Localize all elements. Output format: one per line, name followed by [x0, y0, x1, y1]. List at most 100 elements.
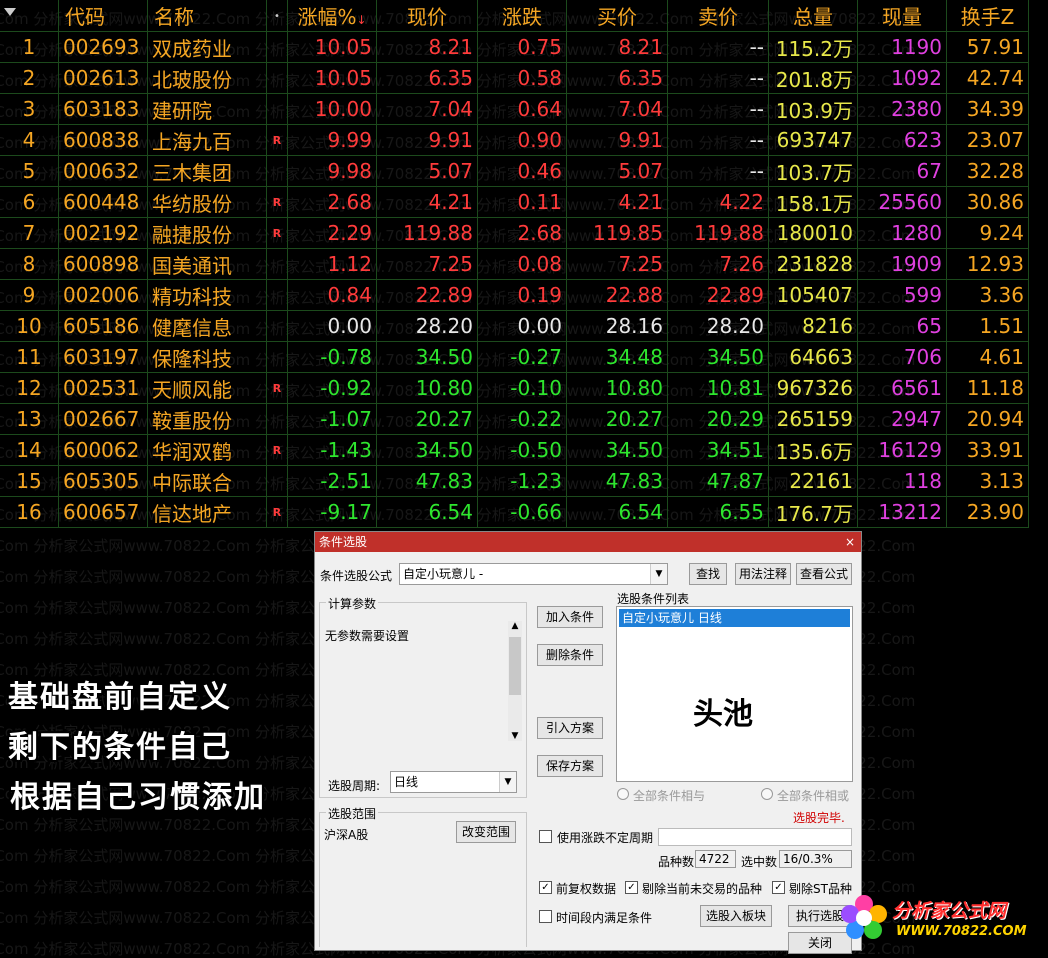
row-number: 2 [0, 62, 59, 94]
table-row[interactable]: 5 000632 三木集团 9.98 5.07 0.46 5.07 -- 103.7万 67 32.… [0, 155, 1029, 187]
row-number: 4 [0, 124, 59, 156]
header-current-volume[interactable]: 现量 [857, 0, 947, 32]
bid-cell: 5.07 [566, 155, 668, 187]
change-cell: 0.64 [477, 93, 567, 125]
price-cell: 20.27 [376, 403, 478, 435]
turnover-cell: 11.18 [946, 372, 1029, 404]
ask-cell: -- [667, 155, 769, 187]
table-row[interactable]: 2 002613 北玻股份 10.05 6.35 0.58 6.35 -- 201.8万 1092… [0, 62, 1029, 94]
margin-flag [266, 62, 288, 94]
stock-code: 002192 [58, 217, 148, 249]
change-pct-cell: 10.05 [287, 31, 377, 63]
table-row[interactable]: 4 600838 上海九百 R 9.99 9.91 0.90 9.91 -- 693747 623 2… [0, 124, 1029, 156]
add-condition-button[interactable]: 加入条件 [537, 606, 603, 628]
condition-list-item[interactable]: 自定小玩意儿 日线 [619, 609, 850, 627]
time-range-checkbox[interactable] [539, 910, 552, 923]
radio-and[interactable] [617, 788, 629, 800]
condition-list[interactable]: 自定小玩意儿 日线 头池 [616, 606, 853, 782]
bid-cell: 20.27 [566, 403, 668, 435]
chevron-down-icon[interactable]: ▼ [499, 772, 516, 792]
use-period-checkbox[interactable] [539, 830, 552, 843]
current-volume-cell: 65 [857, 310, 947, 342]
chevron-down-icon[interactable]: ▼ [650, 564, 667, 584]
stock-code: 600448 [58, 186, 148, 218]
bid-cell: 22.88 [566, 279, 668, 311]
dialog-title-bar[interactable]: 条件选股 × [315, 532, 861, 552]
exclude-untraded-checkbox[interactable]: ✓ [625, 881, 638, 894]
bid-cell: 47.83 [566, 465, 668, 497]
table-row[interactable]: 12 002531 天顺风能 R -0.92 10.80 -0.10 10.80 10.81 96… [0, 372, 1029, 404]
stock-code: 603183 [58, 93, 148, 125]
adjust-checkbox[interactable]: ✓ [539, 881, 552, 894]
table-row[interactable]: 3 603183 建研院 10.00 7.04 0.64 7.04 -- 103.9万 2380 3… [0, 93, 1029, 125]
turnover-cell: 3.36 [946, 279, 1029, 311]
formula-label: 条件选股公式 [320, 569, 393, 583]
price-cell: 119.88 [376, 217, 478, 249]
turnover-cell: 42.74 [946, 62, 1029, 94]
stock-code: 605186 [58, 310, 148, 342]
params-scrollbar[interactable]: ▲ ▼ [508, 621, 522, 741]
formula-select[interactable]: 自定小玩意儿 - ▼ [399, 563, 668, 585]
table-row[interactable]: 6 600448 华纺股份 R 2.68 4.21 0.11 4.21 4.22 158.1万 25… [0, 186, 1029, 218]
change-pct-cell: 10.05 [287, 62, 377, 94]
header-change-pct[interactable]: 涨幅%↓ [287, 0, 377, 32]
bid-cell: 8.21 [566, 31, 668, 63]
price-cell: 34.50 [376, 434, 478, 466]
table-row[interactable]: 10 605186 健麾信息 0.00 28.20 0.00 28.16 28.20 8216 6… [0, 310, 1029, 342]
dot-icon: • [274, 11, 280, 22]
turnover-cell: 57.91 [946, 31, 1029, 63]
header-turnover[interactable]: 换手Z [946, 0, 1029, 32]
header-name[interactable]: 名称 [147, 0, 267, 32]
count-label: 品种数 [658, 855, 695, 869]
table-row[interactable]: 16 600657 信达地产 R -9.17 6.54 -0.66 6.54 6.55 176.7… [0, 496, 1029, 528]
exclude-st-checkbox[interactable]: ✓ [772, 881, 785, 894]
close-icon[interactable]: × [843, 532, 857, 552]
stock-code: 605305 [58, 465, 148, 497]
table-row[interactable]: 9 002006 精功科技 0.84 22.89 0.19 22.88 22.89 105407… [0, 279, 1029, 311]
formula-value: 自定小玩意儿 - [403, 567, 484, 581]
header-bid[interactable]: 买价 [566, 0, 668, 32]
price-cell: 28.20 [376, 310, 478, 342]
price-cell: 5.07 [376, 155, 478, 187]
pool-label: 头池 [693, 697, 753, 732]
header-change[interactable]: 涨跌 [477, 0, 567, 32]
header-code[interactable]: 代码 [58, 0, 148, 32]
ask-cell: 34.50 [667, 341, 769, 373]
period-select[interactable]: 日线 ▼ [390, 771, 517, 793]
header-menu-arrow[interactable] [0, 0, 59, 32]
header-volume[interactable]: 总量 [768, 0, 858, 32]
header-price[interactable]: 现价 [376, 0, 478, 32]
table-row[interactable]: 15 605305 中际联合 -2.51 47.83 -1.23 47.83 47.87 221… [0, 465, 1029, 497]
usage-notes-button[interactable]: 用法注释 [735, 563, 791, 585]
table-row[interactable]: 14 600062 华润双鹤 R -1.43 34.50 -0.50 34.50 34.51 13… [0, 434, 1029, 466]
save-scheme-button[interactable]: 保存方案 [537, 755, 603, 777]
turnover-cell: 9.24 [946, 217, 1029, 249]
ask-cell: 28.20 [667, 310, 769, 342]
table-row[interactable]: 13 002667 鞍重股份 -1.07 20.27 -0.22 20.27 20.29 265… [0, 403, 1029, 435]
table-row[interactable]: 11 603197 保隆科技 -0.78 34.50 -0.27 34.48 34.50 646… [0, 341, 1029, 373]
table-row[interactable]: 7 002192 融捷股份 R 2.29 119.88 2.68 119.85 119.88 18… [0, 217, 1029, 249]
change-range-button[interactable]: 改变范围 [456, 821, 516, 843]
bid-cell: 4.21 [566, 186, 668, 218]
table-row[interactable]: 1 002693 双成药业 10.05 8.21 0.75 8.21 -- 115.2万 1190… [0, 31, 1029, 63]
table-row[interactable]: 8 600898 国美通讯 1.12 7.25 0.08 7.25 7.26 231828 190… [0, 248, 1029, 280]
quote-table: 代码 名称 • 涨幅%↓ 现价 涨跌 买价 卖价 总量 现量 换手Z 1 0026… [0, 0, 1029, 528]
price-cell: 7.04 [376, 93, 478, 125]
radio-or[interactable] [761, 788, 773, 800]
header-ask[interactable]: 卖价 [667, 0, 769, 32]
volume-cell: 231828 [768, 248, 858, 280]
stock-code: 603197 [58, 341, 148, 373]
margin-flag: R [266, 217, 288, 249]
import-scheme-button[interactable]: 引入方案 [537, 717, 603, 739]
row-number: 14 [0, 434, 59, 466]
to-block-button[interactable]: 选股入板块 [700, 905, 772, 927]
delete-condition-button[interactable]: 删除条件 [537, 644, 603, 666]
scroll-down-icon[interactable]: ▼ [508, 731, 522, 741]
scrollbar-thumb[interactable] [509, 637, 521, 695]
change-pct-cell: -2.51 [287, 465, 377, 497]
find-button[interactable]: 查找 [689, 563, 727, 585]
stock-name: 上海九百 [147, 124, 267, 156]
scroll-up-icon[interactable]: ▲ [508, 621, 522, 631]
view-formula-button[interactable]: 查看公式 [796, 563, 852, 585]
row-number: 8 [0, 248, 59, 280]
